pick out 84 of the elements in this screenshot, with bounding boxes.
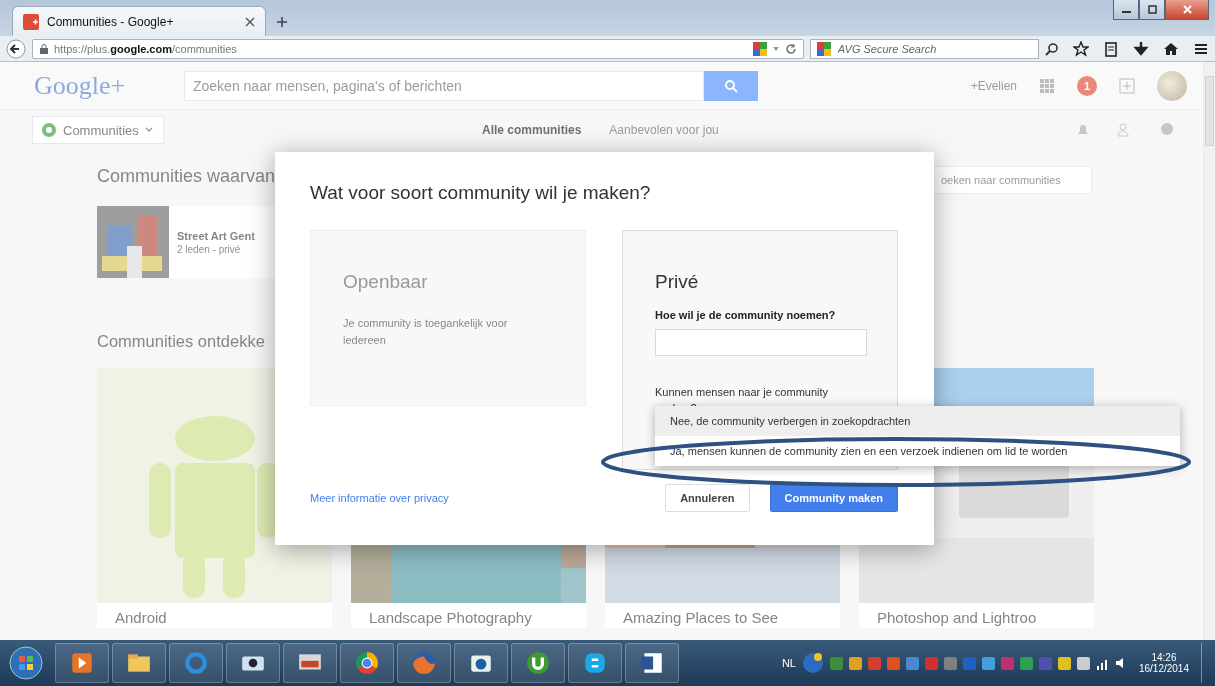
maximize-button[interactable] xyxy=(1139,0,1165,20)
community-tab[interactable]: Alle communities xyxy=(482,123,582,137)
back-icon xyxy=(6,38,26,59)
ring-icon xyxy=(183,650,209,676)
tray-icon xyxy=(962,656,976,670)
tray-icon xyxy=(943,656,957,670)
tray-icon xyxy=(1019,656,1033,670)
tray-icon xyxy=(1076,656,1090,670)
tray-icon xyxy=(1057,656,1071,670)
lock-icon xyxy=(39,43,49,54)
chat-icon xyxy=(582,650,608,676)
tray-icon xyxy=(829,656,843,670)
community-meta: 2 leden - privé xyxy=(177,244,242,255)
notification-count[interactable]: 1 xyxy=(1077,75,1097,96)
tab-favicon-icon xyxy=(23,13,39,30)
search-field[interactable]: Zoeken naar mensen, pagina's of berichten xyxy=(184,70,704,101)
document-icon xyxy=(639,650,665,676)
close-window-button[interactable] xyxy=(1165,0,1209,20)
tray-icon xyxy=(867,656,881,670)
community-search-field[interactable]: oeken naar communities xyxy=(932,166,1092,194)
taskbar-button[interactable] xyxy=(625,643,679,683)
home-icon xyxy=(1163,40,1179,57)
community-title: Amazing Places to See xyxy=(622,608,780,626)
windows-orb-icon xyxy=(9,646,43,680)
maximize-icon xyxy=(1147,5,1157,14)
close-icon xyxy=(1182,5,1192,14)
quote-bubble-icon xyxy=(1159,122,1175,138)
scrollbar[interactable] xyxy=(1203,62,1215,640)
option-title: Privé xyxy=(655,271,700,293)
url-field[interactable]: https://plus.google.com/communities xyxy=(32,38,804,59)
close-icon xyxy=(245,16,255,27)
taskbar-button[interactable] xyxy=(226,643,280,683)
help-icon xyxy=(801,652,824,674)
new-tab-icon xyxy=(276,16,288,28)
play-icon xyxy=(69,650,95,676)
cancel-button[interactable]: Annuleren xyxy=(665,484,750,512)
section-title: Communities ontdekke xyxy=(97,332,265,351)
taskbar-button[interactable] xyxy=(511,643,565,683)
apps-grid-icon xyxy=(1039,77,1055,94)
minimize-button[interactable] xyxy=(1113,0,1139,20)
tray-icon xyxy=(1000,656,1014,670)
communities-menu[interactable]: Communities xyxy=(32,116,164,144)
community-icon xyxy=(41,122,57,138)
search-field[interactable]: AVG Secure Search xyxy=(809,38,1039,59)
option-title: Openbaar xyxy=(343,271,429,293)
tray-icon xyxy=(981,656,995,670)
tab-title: Communities - Google+ xyxy=(47,14,175,29)
torrent-icon xyxy=(525,650,551,676)
community-tab[interactable]: Aanbevolen voor jou xyxy=(609,123,719,137)
field-label: Hoe wil je de community noemen? xyxy=(655,309,837,321)
tray-icon xyxy=(924,656,938,670)
taskbar-button[interactable] xyxy=(283,643,337,683)
user-name[interactable]: +Evelien xyxy=(970,78,1017,93)
community-title: Landscape Photography xyxy=(368,608,533,626)
tray-icon xyxy=(1038,656,1052,670)
taskbar-button[interactable] xyxy=(454,643,508,683)
taskbar-button[interactable] xyxy=(112,643,166,683)
name-input[interactable] xyxy=(655,329,867,356)
section-title: Communities waarvan xyxy=(97,166,276,187)
reload-icon xyxy=(784,42,797,55)
privacy-option[interactable]: Openbaar Je community is toegankelijk voor iedereen xyxy=(310,230,586,406)
language-indicator[interactable]: NL xyxy=(781,657,796,669)
chevron-down-icon xyxy=(144,126,153,134)
search-icon xyxy=(1045,41,1059,56)
dialog-title: Wat voor soort community wil je maken? xyxy=(310,182,652,204)
browser-tab[interactable]: Communities - Google+ xyxy=(12,6,266,36)
option-description: Je community is toegankelijk voor iedereen xyxy=(343,316,509,348)
add-square-icon xyxy=(1119,77,1135,94)
download-icon xyxy=(1133,40,1149,57)
search-input[interactable]: AVG Secure Search xyxy=(835,41,1032,56)
community-name: Street Art Gent xyxy=(177,230,255,242)
search-icon xyxy=(724,78,738,93)
dropdown-option[interactable]: Nee, de community verbergen in zoekopdrachten xyxy=(655,406,1180,436)
tray-icon xyxy=(848,656,862,670)
star-icon xyxy=(1073,40,1089,57)
clock[interactable]: 14:26 16/12/2014 xyxy=(1138,652,1189,674)
tray-icon xyxy=(905,656,919,670)
wheel-icon xyxy=(354,650,380,676)
dropdown-icon xyxy=(771,44,780,53)
clipboard-icon xyxy=(1103,40,1119,57)
community-title: Android xyxy=(114,608,168,626)
tray-icon xyxy=(886,656,900,670)
logo[interactable]: Google+ xyxy=(34,70,184,101)
community-title: Photoshop and Lightroo xyxy=(876,608,1038,626)
